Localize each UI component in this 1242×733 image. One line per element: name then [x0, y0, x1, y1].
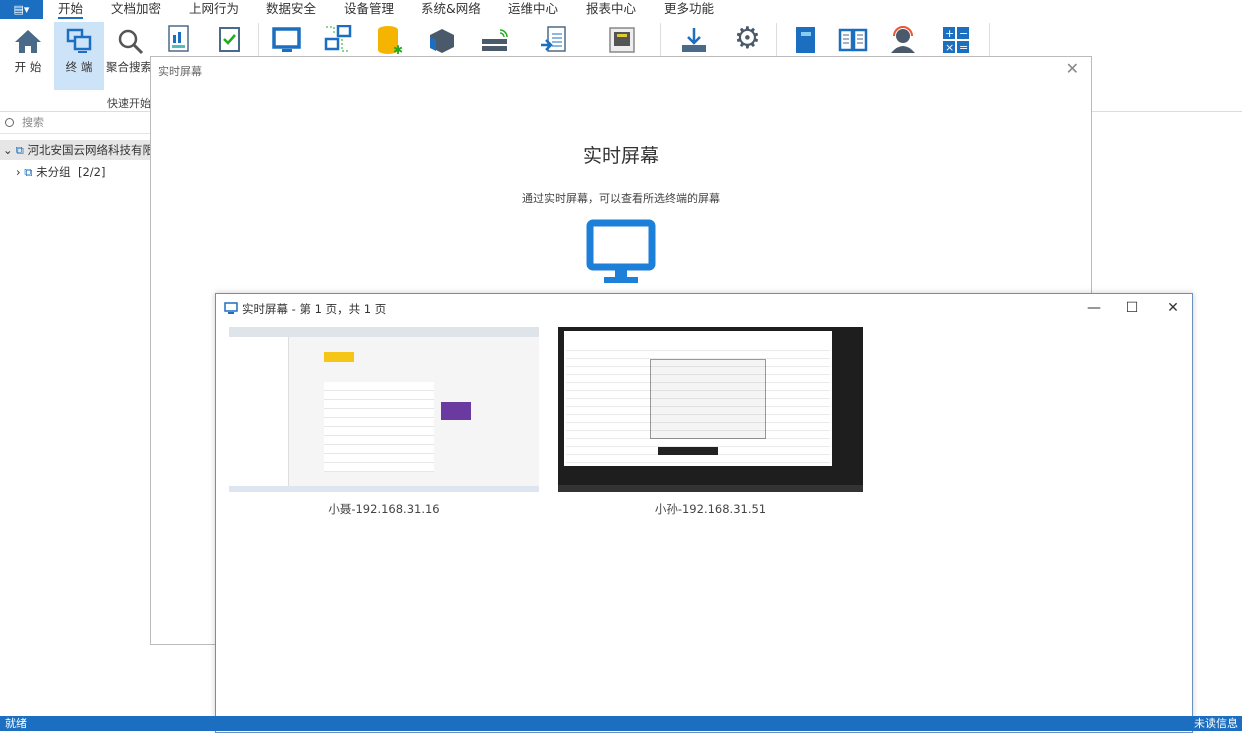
chevron-down-icon[interactable]: ⌄	[0, 143, 16, 157]
network-port-icon[interactable]	[608, 26, 636, 54]
search-icon	[5, 118, 14, 127]
tab-data-security[interactable]: 数据安全	[266, 0, 316, 17]
status-bar: 就绪 未读信息	[0, 716, 1242, 731]
tab-doc-encrypt[interactable]: 文档加密	[111, 0, 161, 17]
tree-node-label: 河北安国云网络科技有限公	[27, 143, 150, 157]
tab-web-behavior[interactable]: 上网行为	[189, 0, 239, 17]
maximize-button[interactable]: ☐	[1122, 300, 1142, 316]
svg-text:✱: ✱	[393, 43, 403, 57]
app-menu-button[interactable]: ▤▾	[0, 0, 43, 19]
calculator-icon[interactable]: + −× =	[942, 26, 970, 54]
close-button[interactable]: ✕	[1163, 300, 1183, 316]
monitor-icon[interactable]	[272, 27, 302, 55]
tab-report-center[interactable]: 报表中心	[586, 0, 636, 17]
tab-start[interactable]: 开始	[58, 0, 84, 19]
manual-book-icon[interactable]	[792, 26, 820, 54]
screen-thumbnail-1[interactable]	[229, 327, 539, 492]
terminals-label: 终 端	[65, 60, 93, 74]
screen-label-2: 小孙-192.168.31.51	[654, 502, 767, 516]
tree-node-company[interactable]: ⌄⧉ 河北安国云网络科技有限公	[0, 140, 150, 160]
cube-icon[interactable]	[427, 27, 457, 55]
dialog-heading: 实时屏幕	[582, 145, 659, 167]
unread-messages-link[interactable]: 未读信息	[1194, 716, 1238, 731]
checklist-icon[interactable]	[218, 25, 242, 53]
svg-text:−: −	[959, 27, 968, 40]
aggregate-search-label: 聚合搜索	[106, 60, 152, 74]
download-icon[interactable]	[680, 26, 708, 54]
screen-thumbnail-2[interactable]	[558, 327, 863, 492]
svg-text:+: +	[945, 27, 954, 40]
monitor-icon	[224, 302, 238, 314]
search-icon	[118, 29, 144, 55]
tab-ops-center[interactable]: 运维中心	[508, 0, 558, 17]
screen-label-1: 小聂-192.168.31.16	[328, 502, 440, 516]
start-label: 开 始	[14, 60, 42, 74]
minimize-button[interactable]: —	[1084, 300, 1104, 316]
aggregate-search-button[interactable]: 聚合搜索	[105, 22, 153, 90]
dialog-description: 通过实时屏幕，可以查看所选终端的屏幕	[522, 192, 720, 205]
tree-node-label: 未分组 [2/2]	[36, 165, 106, 179]
document-transfer-icon[interactable]	[540, 25, 568, 55]
group-label-quick-start: 快速开始	[107, 97, 151, 110]
chevron-right-icon[interactable]: ›	[16, 165, 21, 179]
monitor-icon	[586, 219, 656, 283]
report-icon[interactable]	[167, 25, 191, 53]
tree-node-ungrouped[interactable]: › ⧉ 未分组 [2/2]	[16, 162, 105, 182]
tab-system-network[interactable]: 系统&网络	[421, 0, 481, 17]
server-wifi-icon[interactable]	[480, 27, 510, 55]
status-text: 就绪	[5, 717, 27, 730]
database-icon[interactable]: ✱	[376, 25, 406, 57]
dialog-title: 实时屏幕	[158, 65, 202, 78]
svg-text:=: =	[959, 41, 968, 54]
menu-bar: ▤▾ 开始 文档加密 上网行为 数据安全 设备管理 系统&网络 运维中心 报表中…	[0, 0, 1242, 19]
start-button[interactable]: 开 始	[3, 22, 53, 90]
group-icon: ⧉	[24, 165, 33, 179]
svg-text:×: ×	[945, 41, 954, 54]
gear-icon[interactable]: ⚙	[734, 21, 761, 57]
realtime-screen-viewer-window: 实时屏幕 - 第 1 页，共 1 页 — ☐ ✕ 小聂-192.168.31.1…	[215, 293, 1193, 733]
terminals-icon	[66, 28, 92, 53]
network-devices-icon[interactable]	[324, 25, 352, 55]
group-icon: ⧉	[15, 143, 24, 157]
menu-icon: ▤▾	[13, 3, 30, 16]
tab-more[interactable]: 更多功能	[664, 0, 714, 17]
support-agent-icon[interactable]	[889, 25, 917, 55]
home-icon	[15, 30, 41, 53]
terminals-button[interactable]: 终 端	[54, 22, 104, 90]
window-title: 实时屏幕 - 第 1 页，共 1 页	[242, 302, 387, 316]
tab-device-mgmt[interactable]: 设备管理	[344, 0, 394, 17]
close-button[interactable]: ✕	[1066, 59, 1079, 78]
open-book-icon[interactable]	[838, 27, 868, 53]
search-box[interactable]: 搜索	[0, 112, 150, 134]
search-input[interactable]: 搜索	[22, 116, 44, 129]
